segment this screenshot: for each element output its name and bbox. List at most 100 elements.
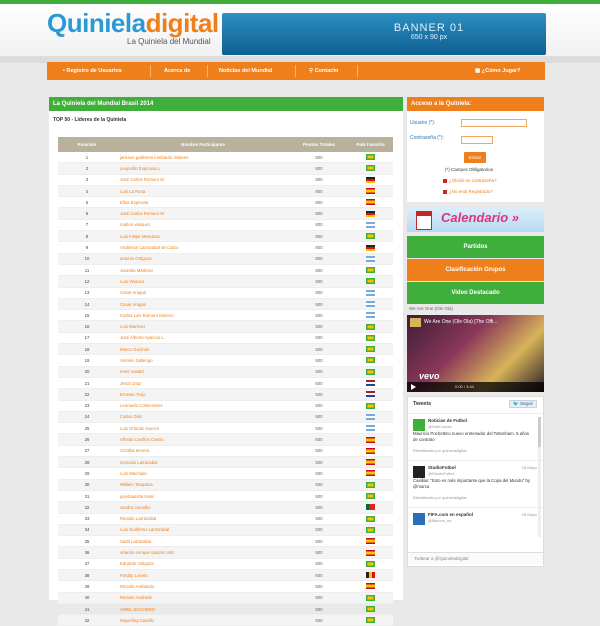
nav-item-registro[interactable]: ▪ Registro de Usuarios — [63, 62, 122, 80]
participant-name[interactable]: Luis Orlando Guerra — [116, 422, 290, 435]
password-input[interactable] — [461, 136, 493, 144]
login-title: Acceso a la Quiniela: — [407, 97, 544, 111]
favorite-country-cell — [348, 411, 393, 424]
video-player[interactable]: We Are One (Ole Ola) [The Offi... vevo 0… — [407, 315, 544, 392]
brazil-flag-icon — [366, 357, 375, 364]
brazil-flag-icon — [366, 526, 375, 533]
position-cell: 8 — [58, 230, 116, 243]
forgot-password-link[interactable]: ¿Olvidó su contraseña? — [443, 178, 497, 183]
participant-name[interactable]: Irene navatti — [116, 366, 290, 378]
position-cell: 39 — [58, 580, 116, 593]
participant-name[interactable]: Luis Machado — [116, 467, 290, 480]
participant-name[interactable]: antonio Ortigoza — [116, 253, 290, 265]
partidos-button[interactable]: Partidos — [407, 236, 544, 258]
position-cell: 23 — [58, 400, 116, 412]
login-button[interactable]: Entrar — [464, 152, 486, 163]
spain-flag-icon — [366, 436, 375, 443]
position-cell: 36 — [58, 546, 116, 559]
participant-name[interactable]: Anderson Larrazabal de Calzo — [116, 241, 290, 254]
participant-name[interactable]: Ernesto Trejo — [116, 388, 290, 401]
participant-name[interactable]: Ricardo Ambando — [116, 580, 290, 593]
vevo-logo: vevo — [419, 371, 440, 381]
participant-name[interactable]: Luis Velasco — [116, 275, 290, 288]
participant-name[interactable]: Carlos Díaz — [116, 411, 290, 424]
participant-name[interactable]: Cesar Araguri — [116, 298, 290, 311]
participant-name[interactable]: Marco Guzmán — [116, 343, 290, 356]
calendar-banner[interactable]: Calendario » — [407, 208, 544, 232]
position-cell: 22 — [58, 388, 116, 401]
position-cell: 11 — [58, 264, 116, 277]
table-row: 12 Luis Velasco 800 — [58, 275, 393, 288]
table-row: 35 Sadit Larrazabal 500 — [58, 535, 393, 548]
nav-item-noticias[interactable]: Noticias del Mundial — [219, 62, 272, 80]
participant-name[interactable]: Luis La Rosa — [116, 185, 290, 198]
play-icon[interactable] — [411, 384, 416, 390]
participant-name[interactable]: Cesar Araguri — [116, 287, 290, 299]
participant-name[interactable]: juanbautista tovar — [116, 490, 290, 503]
points-cell: 500 — [290, 490, 348, 503]
participant-name[interactable]: Gonzalo Larrazabal — [116, 456, 290, 469]
participant-name[interactable]: jackson guillermo lombardo milanez — [116, 152, 290, 164]
participant-name[interactable]: Elías Espinosa — [116, 196, 290, 209]
username-input[interactable] — [461, 119, 527, 127]
nav-item-acerca[interactable]: Acerca de — [164, 62, 190, 80]
points-cell: 500 — [290, 501, 348, 514]
nav-divider — [357, 65, 358, 77]
participant-name[interactable]: Ricardo Andrade — [116, 592, 290, 604]
participant-name[interactable]: orlando enrique salazar ortiz — [116, 546, 290, 559]
favorite-country-cell — [348, 185, 393, 198]
position-cell: 38 — [58, 569, 116, 582]
participant-name[interactable]: Sadit Larrazabal — [116, 535, 290, 548]
video-time: 0:00 / 3:44 — [455, 384, 474, 389]
clasificacion-grupos-button[interactable]: Clasificación Grupos — [407, 259, 544, 281]
participant-name[interactable]: Alfredo Casillos Castro — [116, 433, 290, 446]
tweet-item[interactable]: FIFA.com en español @fifacom_es 28 Mayo — [408, 507, 543, 554]
participant-name[interactable]: Ricardo Larrazabal — [116, 513, 290, 525]
points-cell: 800 — [290, 207, 348, 220]
points-cell: 500 — [290, 524, 348, 537]
follow-button[interactable]: 🐦 Seguir — [509, 400, 537, 408]
participant-name[interactable]: Luis Guillermo Larrazabal — [116, 524, 290, 537]
page-title: La Quiniela del Mundial Brasil 2014 — [49, 97, 403, 111]
brazil-flag-icon — [366, 493, 375, 500]
participant-name[interactable]: Freddy Loneto — [116, 569, 290, 582]
video-destacado-button[interactable]: Video Destacado — [407, 282, 544, 304]
nav-item-como-jugar[interactable]: ▦ ¿Cómo Jugar? — [475, 62, 521, 80]
participant-name[interactable]: Cristhia Morera — [116, 445, 290, 458]
participant-name[interactable]: Luis Felipe Mendoza — [116, 230, 290, 243]
table-row: 17 José Alberto Aparicio L. 500 — [58, 332, 393, 345]
participant-name[interactable]: ARIEL SUCHERO — [116, 603, 290, 616]
follow-label: Seguir — [519, 401, 533, 406]
tweet-compose-input[interactable]: Twittear a @QuinielaDigital — [408, 552, 543, 564]
participant-name[interactable]: José Alberto Aparicio L. — [116, 332, 290, 345]
participant-name[interactable]: Jesús Díaz — [116, 377, 290, 390]
nav-item-contacto[interactable]: ⚲ Contacto — [309, 62, 338, 80]
points-cell: 500 — [290, 400, 348, 412]
participant-name[interactable]: Joseslia Martinez — [116, 264, 290, 277]
participant-name[interactable]: Luis Martinez — [116, 320, 290, 333]
tweet-author: FIFA.com en español — [428, 512, 474, 517]
spain-flag-icon — [366, 199, 375, 206]
register-link[interactable]: ¿No está Registrado? — [443, 189, 493, 194]
tweet-item[interactable]: StudioFutbol @StudioFutbol 28 Mayo Casil… — [408, 460, 543, 507]
header-banner[interactable]: BANNER 01 650 x 90 px — [222, 13, 546, 55]
participant-name[interactable]: Leopoldo Espinosa L. — [116, 162, 290, 175]
participant-name[interactable]: José Carlos Romero M — [116, 207, 290, 220]
participant-name[interactable]: José Carlos Romero M — [116, 174, 290, 186]
participant-name[interactable]: Eduardo Ortigoza — [116, 558, 290, 570]
points-cell: 500 — [290, 411, 348, 424]
participant-name[interactable]: marlon vásquez — [116, 219, 290, 232]
forgot-password-label: ¿Olvidó su contraseña? — [449, 178, 497, 183]
participant-name[interactable]: Leonardo Colmenares — [116, 400, 290, 412]
participant-name[interactable]: Mayerling Castillo — [116, 614, 290, 626]
table-row: 39 Ricardo Ambando 500 — [58, 580, 393, 593]
participant-name[interactable]: Carlos Luis Romero Moreno — [116, 309, 290, 322]
participant-name[interactable]: sandra carvalho — [116, 501, 290, 514]
brazil-flag-icon — [366, 515, 375, 522]
site-logo[interactable]: Quinieladigital La Quiniela del Mundial — [47, 10, 219, 56]
tweet-item[interactable]: Noticias de Futbol @NotiCracks Mauricio … — [408, 413, 543, 460]
germany-flag-icon — [366, 176, 375, 183]
participant-name[interactable]: William Tarapaza — [116, 479, 290, 491]
participant-name[interactable]: Antonio Sallengo — [116, 354, 290, 367]
table-row: 6 José Carlos Romero M 800 — [58, 207, 393, 220]
